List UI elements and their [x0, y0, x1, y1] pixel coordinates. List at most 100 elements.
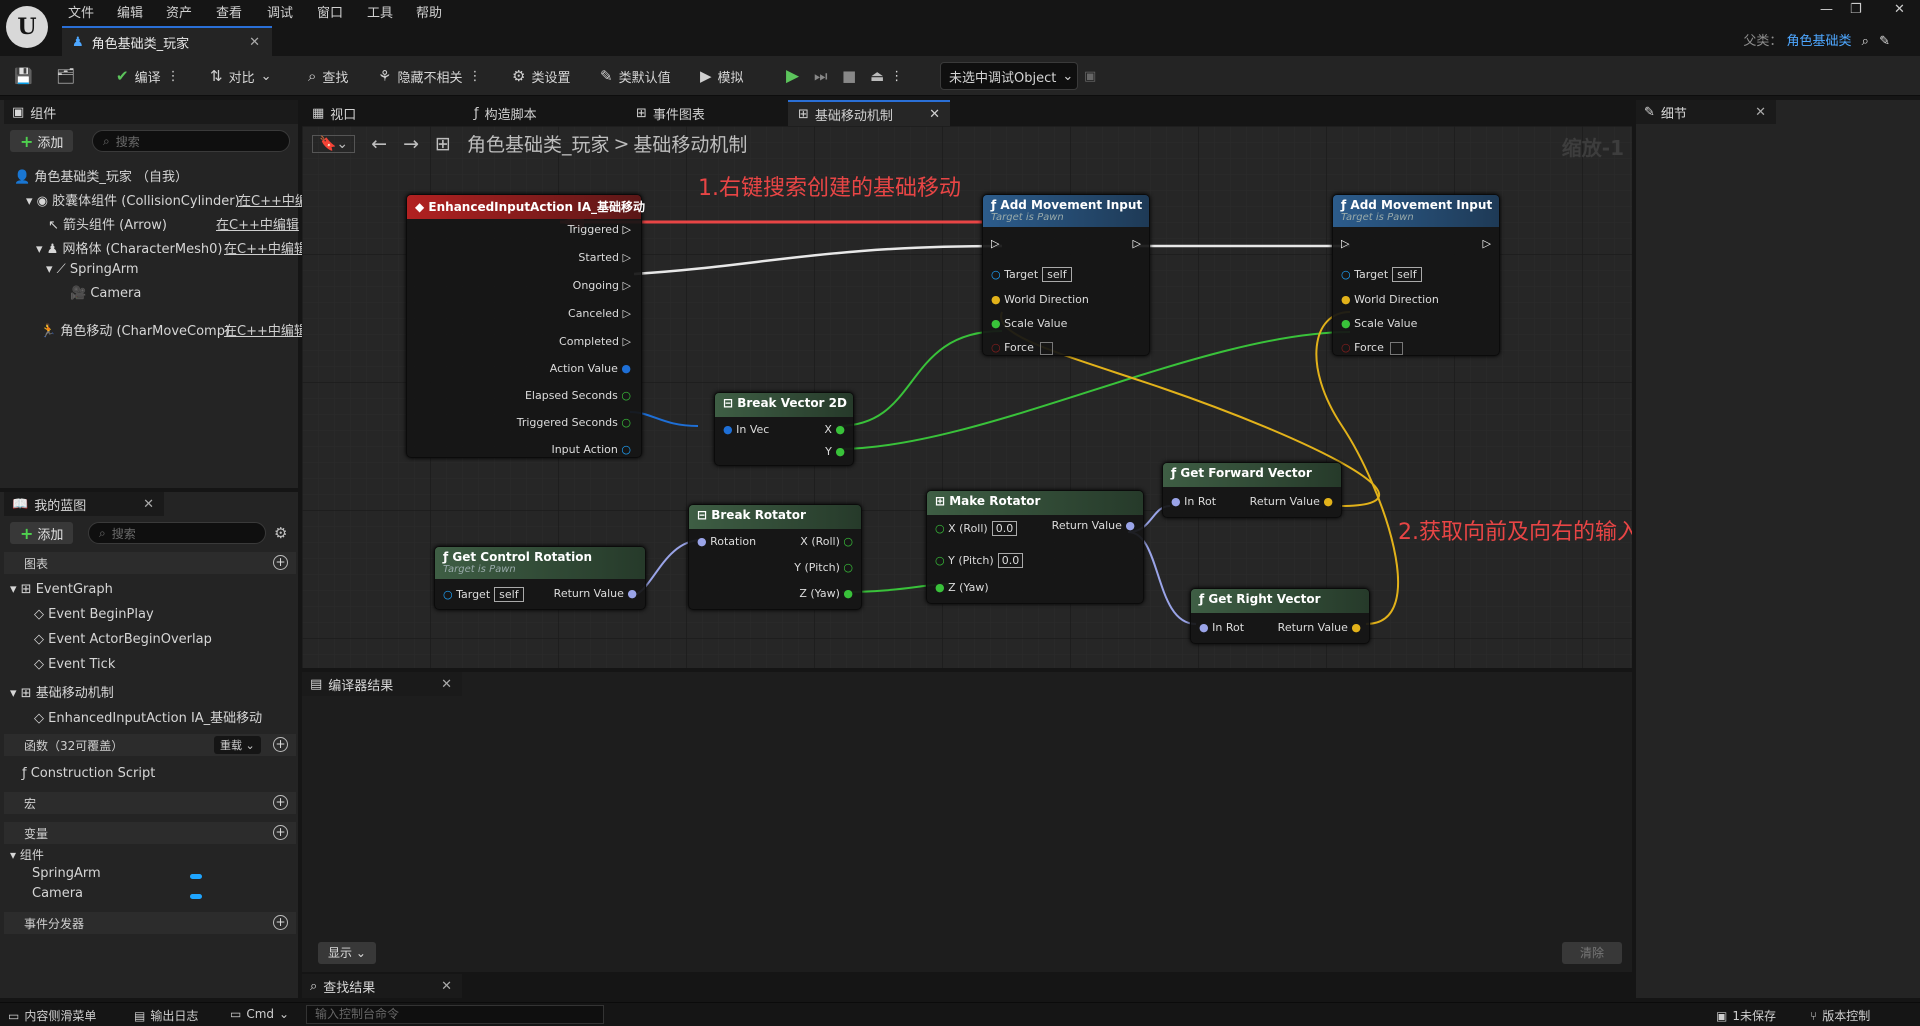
add-variable-icon[interactable]: + [273, 825, 288, 840]
more-icon[interactable]: ⋮ [890, 69, 903, 84]
menu-file[interactable]: 文件 [68, 2, 94, 21]
add-macro-icon[interactable]: + [273, 795, 288, 810]
get-control-rotation-node[interactable]: ƒ Get Control Rotation Target is Pawn ○ T… [434, 546, 646, 610]
pin-return-value[interactable]: Return Value ● [554, 587, 637, 600]
add-member-button[interactable]: + 添加 [10, 522, 74, 544]
cmd-dropdown[interactable]: ▭ Cmd ⌄ [230, 1007, 289, 1021]
tab-viewport[interactable]: ▦ 视口 [302, 100, 462, 126]
add-movement-input-node[interactable]: ƒ Add Movement Input Target is Pawn ▷ ▷ ○… [1332, 194, 1500, 356]
dispatchers-section-header[interactable]: 事件分发器 + [4, 912, 296, 934]
my-blueprint-search-input[interactable]: ⌕ 搜索 [88, 522, 266, 544]
find-button[interactable]: ⌕ 查找 [308, 64, 348, 88]
component-camera[interactable]: 🎥 Camera [70, 286, 141, 301]
macros-section-header[interactable]: 宏 + [4, 792, 296, 814]
roll-value-input[interactable]: 0.0 [991, 521, 1018, 536]
event-item[interactable]: ◇ EnhancedInputAction IA_基础移动 [34, 707, 262, 726]
add-dispatcher-icon[interactable]: + [273, 915, 288, 930]
edit-in-cpp-link[interactable]: 在C++中编辑 [216, 214, 299, 233]
menu-edit[interactable]: 编辑 [117, 2, 143, 21]
debug-object-select[interactable]: 未选中调试Object ⌄ [940, 62, 1078, 90]
stop-button[interactable]: ■ [842, 64, 856, 88]
simulate-button[interactable]: ▶ 模拟 [700, 64, 744, 88]
parent-class-link[interactable]: 角色基础类 [1787, 34, 1852, 49]
pin-roll[interactable]: ○ X (Roll) 0.0 [935, 521, 1018, 536]
pin-in-rot[interactable]: ● In Rot [1199, 621, 1244, 634]
pin-canceled[interactable]: Canceled ▷ [568, 307, 631, 320]
show-dropdown[interactable]: 显示 ⌄ [318, 942, 376, 964]
edit-in-cpp-link[interactable]: 在C++中编辑 [224, 238, 307, 257]
play-button[interactable]: ▶ [786, 64, 799, 88]
pin-target[interactable]: ○ Target self [1341, 267, 1422, 282]
component-springarm[interactable]: ▾ ⟋ SpringArm [46, 262, 139, 277]
event-item[interactable]: ◇ Event BeginPlay [34, 607, 154, 622]
add-graph-icon[interactable]: + [273, 555, 288, 570]
minimize-icon[interactable]: — [1820, 2, 1833, 17]
input-action-node[interactable]: ◆ EnhancedInputAction IA_基础移动 Triggered … [406, 194, 645, 458]
component-arrow[interactable]: ↖ 箭头组件 (Arrow) 在C++中编辑 [48, 214, 299, 233]
variable-item[interactable]: SpringArm [32, 866, 101, 881]
menu-tools[interactable]: 工具 [367, 2, 393, 21]
component-mesh[interactable]: ▾ ♟ 网格体 (CharacterMesh0) 在C++中编辑 [36, 238, 307, 257]
bookmark-icon[interactable]: 🔖⌄ [312, 134, 356, 153]
graphs-section-header[interactable]: 图表 + [4, 552, 296, 574]
pin-x[interactable]: X ● [824, 423, 845, 436]
menu-help[interactable]: 帮助 [416, 2, 442, 21]
close-icon[interactable]: ✕ [441, 677, 452, 692]
pin-scale-value[interactable]: ● Scale Value [991, 317, 1067, 330]
exec-out-pin[interactable]: ▷ [1133, 237, 1141, 250]
exec-out-pin[interactable]: ▷ [1483, 237, 1491, 250]
console-input[interactable]: 输入控制台命令 [306, 1005, 604, 1024]
edit-in-cpp-link[interactable]: 在C++中编 [238, 190, 308, 209]
edit-in-cpp-link[interactable]: 在C++中编辑 [224, 320, 307, 339]
pin-in-vec[interactable]: ● In Vec [723, 423, 769, 436]
more-icon[interactable]: ⋮ [468, 69, 481, 84]
menu-view[interactable]: 查看 [216, 2, 242, 21]
event-item[interactable]: ◇ Event ActorBeginOverlap [34, 632, 212, 647]
class-defaults-button[interactable]: ✎ 类默认值 [600, 64, 671, 88]
close-icon[interactable]: ✕ [441, 979, 452, 994]
menu-window[interactable]: 窗口 [317, 2, 343, 21]
diff-button[interactable]: ⇅ 对比 ⌄ [210, 64, 272, 88]
add-movement-input-node[interactable]: ƒ Add Movement Input Target is Pawn ▷ ▷ ○… [982, 194, 1150, 356]
browse-button[interactable]: 🗂 [56, 64, 75, 88]
pin-triggered[interactable]: Triggered ▷ [568, 223, 631, 236]
pin-action-value[interactable]: Action Value ● [550, 362, 631, 375]
pin-in-rot[interactable]: ● In Rot [1171, 495, 1216, 508]
forward-icon[interactable]: → [403, 133, 419, 155]
variable-item[interactable]: Camera [32, 886, 83, 901]
component-capsule[interactable]: ▾ ◉ 胶囊体组件 (CollisionCylinder) 在C++中编 [26, 190, 308, 209]
compile-button[interactable]: ✔ 编译 ⋮ [116, 64, 180, 88]
clear-button[interactable]: 清除 [1562, 942, 1622, 964]
pin-return-value[interactable]: Return Value ● [1250, 495, 1333, 508]
pin-world-direction[interactable]: ● World Direction [991, 293, 1089, 306]
pin-force[interactable]: ○ Force [1341, 341, 1403, 355]
close-icon[interactable]: ✕ [249, 35, 260, 50]
get-forward-vector-node[interactable]: ƒ Get Forward Vector ● In Rot Return Val… [1162, 462, 1342, 518]
components-search-input[interactable]: ⌕ 搜索 [92, 130, 290, 152]
event-item[interactable]: ◇ Event Tick [34, 657, 115, 672]
construction-script-item[interactable]: ƒ Construction Script [22, 766, 155, 781]
event-graph-item[interactable]: ▾ ⊞ EventGraph [10, 582, 113, 597]
tab-construction-script[interactable]: ƒ 构造脚本 [464, 100, 624, 126]
tab-movement[interactable]: ⊞ 基础移动机制 ✕ [788, 100, 950, 126]
pin-input-action[interactable]: Input Action ○ [551, 443, 631, 456]
blueprint-graph[interactable]: 🔖⌄ ← → ⊞ 角色基础类_玩家 > 基础移动机制 缩放-1 1.右键搜索创建… [302, 126, 1632, 668]
pin-pitch[interactable]: ○ Y (Pitch) 0.0 [935, 553, 1024, 568]
make-rotator-node[interactable]: ⊞ Make Rotator ○ X (Roll) 0.0 ○ Y (Pitch)… [926, 490, 1144, 604]
pin-roll[interactable]: X (Roll) ○ [800, 535, 853, 548]
pin-world-direction[interactable]: ● World Direction [1341, 293, 1439, 306]
force-checkbox[interactable] [1039, 341, 1053, 355]
pin-y[interactable]: Y ● [825, 445, 845, 458]
pin-pitch[interactable]: Y (Pitch) ○ [794, 561, 853, 574]
breadcrumb-root[interactable]: 角色基础类_玩家 [467, 130, 610, 157]
pitch-value-input[interactable]: 0.0 [997, 553, 1024, 568]
class-settings-button[interactable]: ⚙ 类设置 [512, 64, 570, 88]
search-icon[interactable]: ⌕ [1862, 34, 1869, 49]
close-icon[interactable]: ✕ [929, 107, 940, 122]
add-function-icon[interactable]: + [273, 737, 288, 752]
pin-force[interactable]: ○ Force [991, 341, 1053, 355]
unsaved-button[interactable]: ▣ 1未保存 [1716, 1007, 1776, 1024]
back-icon[interactable]: ← [371, 133, 387, 155]
close-icon[interactable]: ✕ [143, 497, 154, 512]
step-button[interactable]: ⏭ [814, 64, 828, 88]
